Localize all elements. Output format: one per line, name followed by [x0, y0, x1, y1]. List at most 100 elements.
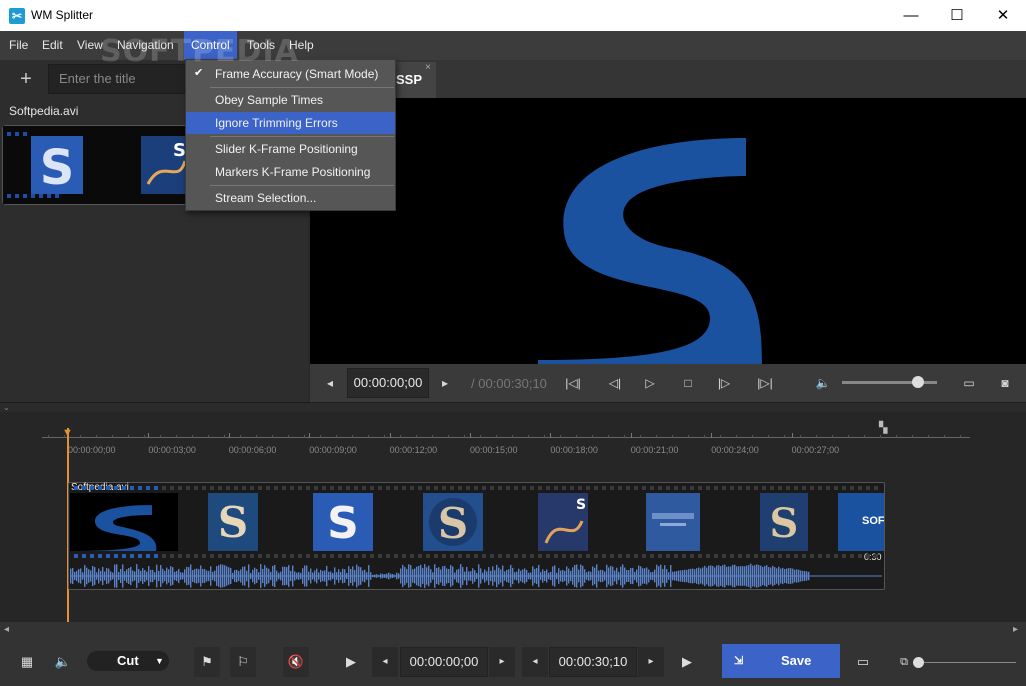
filmstrip-icon[interactable]: ▦ — [16, 647, 38, 677]
ruler-minor-tick — [944, 435, 945, 438]
ruler-tick — [630, 433, 632, 438]
clip-thumbnail[interactable]: S S — [2, 125, 190, 205]
sprocket-hole — [562, 554, 566, 558]
current-time-field[interactable]: 00:00:00;00 — [347, 368, 429, 398]
close-window-button[interactable]: ✕ — [980, 0, 1026, 31]
open-folder-icon[interactable]: ▭ — [958, 375, 980, 391]
mute-icon[interactable]: 🔇 — [283, 647, 309, 677]
audio-icon[interactable]: 🔈 — [52, 647, 74, 677]
sprocket-hole — [674, 554, 678, 558]
sprocket-hole — [226, 486, 230, 490]
sprocket-hole — [714, 554, 718, 558]
zoom-slider[interactable] — [916, 662, 1016, 663]
menu-item-markers-kframe[interactable]: Markers K-Frame Positioning — [186, 161, 395, 183]
ruler-tick — [309, 433, 311, 438]
save-button[interactable]: ⇲ Save — [722, 644, 840, 678]
output-folder-icon[interactable]: ▭ — [850, 647, 876, 677]
ruler-minor-tick — [624, 435, 625, 438]
next-frame-button[interactable]: ▸ — [434, 375, 456, 391]
sprocket-hole — [522, 554, 526, 558]
ruler-minor-tick — [48, 435, 49, 438]
volume-icon[interactable]: 🔈 — [812, 375, 834, 391]
sprocket-hole — [258, 486, 262, 490]
sprocket-hole — [698, 554, 702, 558]
sprocket-hole — [242, 486, 246, 490]
ruler-minor-tick — [176, 435, 177, 438]
minimize-button[interactable]: — — [888, 0, 934, 31]
ruler-tick — [228, 433, 230, 438]
sprocket-hole — [114, 554, 118, 558]
ruler-minor-tick — [752, 435, 753, 438]
end-time-next-button[interactable]: ▸ — [638, 647, 664, 677]
tab-close-icon[interactable]: × — [425, 62, 431, 73]
play-icon[interactable]: ▷ — [639, 375, 661, 391]
svg-text:S: S — [40, 140, 75, 196]
timeline-scrollbar[interactable]: ◂ ▸ — [0, 622, 1026, 638]
add-clip-button[interactable]: + — [11, 67, 41, 91]
end-time-prev-button[interactable]: ◂ — [522, 647, 548, 677]
maximize-button[interactable]: ☐ — [934, 0, 980, 31]
zoom-icon[interactable]: ⧉ — [894, 647, 914, 677]
sprocket-hole — [258, 554, 262, 558]
sprocket-hole — [114, 486, 118, 490]
sprocket-hole — [482, 486, 486, 490]
sprocket-hole — [674, 486, 678, 490]
mode-select[interactable]: Cut ▼ — [87, 651, 169, 671]
prev-frame-button[interactable]: ◂ — [319, 375, 341, 391]
step-forward-icon[interactable]: |▷ — [713, 375, 735, 391]
sprocket-hole — [706, 554, 710, 558]
stop-icon[interactable]: □ — [677, 375, 699, 391]
sprocket-hole — [234, 486, 238, 490]
sprocket-hole — [794, 554, 798, 558]
menu-edit[interactable]: Edit — [35, 31, 70, 60]
start-time-prev-button[interactable]: ◂ — [372, 647, 398, 677]
snapshot-camera-icon[interactable]: ◙ — [994, 375, 1016, 391]
sprocket-hole — [442, 554, 446, 558]
sprocket-hole — [306, 486, 310, 490]
sprocket-hole — [722, 486, 726, 490]
clip-name-label: Softpedia.avi — [9, 104, 79, 118]
sprocket-hole — [274, 554, 278, 558]
menu-file[interactable]: File — [2, 31, 35, 60]
scroll-left-icon[interactable]: ◂ — [4, 624, 9, 635]
sprocket-hole — [146, 486, 150, 490]
ruler-minor-tick — [912, 435, 913, 438]
ruler-minor-tick — [432, 435, 433, 438]
ruler-minor-tick — [560, 435, 561, 438]
sprocket-hole — [778, 486, 782, 490]
menu-item-obey-sample-times[interactable]: Obey Sample Times — [186, 89, 395, 111]
sprocket-hole — [474, 486, 478, 490]
menu-item-slider-kframe[interactable]: Slider K-Frame Positioning — [186, 138, 395, 160]
ruler-minor-tick — [656, 435, 657, 438]
menu-item-ignore-trimming-errors[interactable]: Ignore Trimming Errors — [186, 112, 395, 134]
sprocket-hole — [346, 554, 350, 558]
ruler-minor-tick — [160, 435, 161, 438]
start-flag-icon[interactable]: ▶ — [340, 647, 362, 677]
sprocket-hole — [826, 554, 830, 558]
sprocket-hole — [402, 554, 406, 558]
set-end-marker-button[interactable]: ⚐ — [230, 647, 256, 677]
scroll-right-icon[interactable]: ▸ — [1013, 624, 1018, 635]
step-back-icon[interactable]: ◁| — [604, 375, 626, 391]
playhead-marker-icon[interactable]: ▼ — [62, 428, 74, 439]
start-time-next-button[interactable]: ▸ — [489, 647, 515, 677]
end-marker-icon[interactable]: ▚ — [879, 421, 887, 434]
sprocket-hole — [498, 486, 502, 490]
sprocket-hole — [658, 486, 662, 490]
zoom-slider-knob[interactable] — [913, 657, 924, 668]
end-time-field[interactable]: 00:00:30;10 — [549, 647, 637, 677]
ruler-minor-tick — [576, 435, 577, 438]
sprocket-hole — [874, 486, 878, 490]
go-to-start-icon[interactable]: |◁| — [562, 375, 584, 391]
end-flag-icon[interactable]: ▶ — [676, 647, 698, 677]
menu-item-stream-selection[interactable]: Stream Selection... — [186, 187, 395, 209]
sprocket-hole — [866, 486, 870, 490]
go-to-end-icon[interactable]: |▷| — [754, 375, 776, 391]
ruler-minor-tick — [608, 435, 609, 438]
set-start-marker-button[interactable]: ⚑ — [194, 647, 220, 677]
start-time-field[interactable]: 00:00:00;00 — [400, 647, 488, 677]
volume-slider-knob[interactable] — [912, 376, 924, 388]
sprocket-hole — [650, 486, 654, 490]
sprocket-hole — [314, 486, 318, 490]
panel-splitter[interactable]: ⌄ — [0, 402, 1026, 412]
